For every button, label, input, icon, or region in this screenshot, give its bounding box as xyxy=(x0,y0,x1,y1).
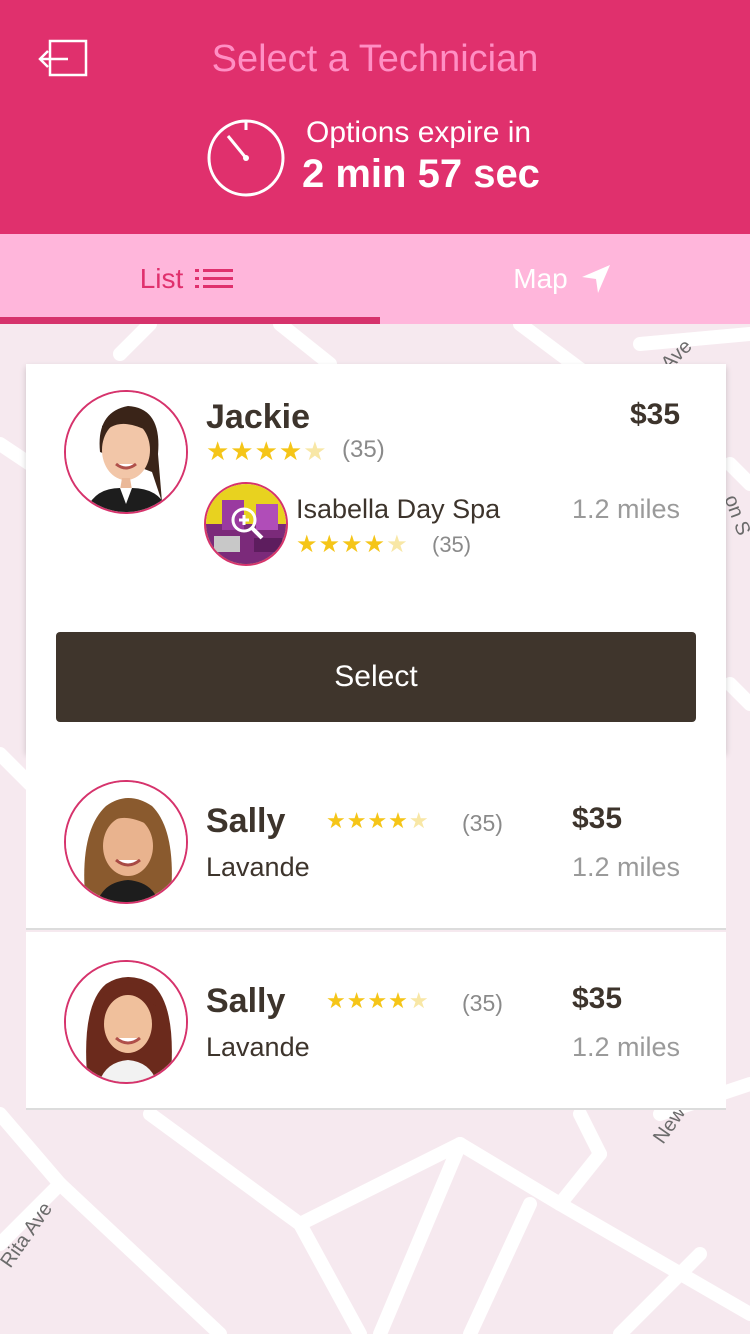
technician-rating-stars: ★★★★★ xyxy=(206,436,328,466)
technician-avatar xyxy=(64,960,188,1084)
view-tabs: List Map xyxy=(0,234,750,324)
technician-card[interactable]: Sally ★★★★★ (35) $35 Lavande 1.2 miles xyxy=(26,752,726,930)
salon-distance: 1.2 miles xyxy=(572,852,681,882)
navigation-arrow-icon xyxy=(581,265,610,293)
salon-name: Isabella Day Spa xyxy=(296,494,501,524)
select-button[interactable]: Select xyxy=(56,632,696,722)
salon-name: Lavande xyxy=(206,852,310,882)
technician-card-selected[interactable]: Jackie $35 ★★★★★ (35) Isabella Day Spa 1… xyxy=(26,364,726,752)
technician-price: $35 xyxy=(572,982,623,1015)
salon-image[interactable] xyxy=(204,482,288,566)
expire-label: Options expire in xyxy=(306,116,532,149)
salon-review-count: (35) xyxy=(432,532,472,557)
tab-map[interactable]: Map xyxy=(375,234,750,324)
active-tab-indicator xyxy=(0,317,380,324)
list-icon xyxy=(195,269,234,288)
salon-name: Lavande xyxy=(206,1032,310,1062)
tab-map-label: Map xyxy=(513,263,568,294)
technician-review-count: (35) xyxy=(462,990,503,1016)
expire-countdown: 2 min 57 sec xyxy=(302,152,540,196)
technician-rating-stars: ★★★★★ xyxy=(326,988,430,1013)
technician-review-count: (35) xyxy=(462,810,503,836)
technician-name: Sally xyxy=(206,982,286,1020)
zoom-in-icon xyxy=(231,507,264,540)
salon-distance: 1.2 miles xyxy=(572,1032,681,1062)
technician-review-count: (35) xyxy=(342,436,385,463)
portrait-image xyxy=(66,782,186,902)
technician-name: Sally xyxy=(206,802,286,840)
salon-distance: 1.2 miles xyxy=(572,494,681,524)
portrait-image xyxy=(66,392,186,512)
technician-price: $35 xyxy=(572,802,623,835)
technician-avatar xyxy=(64,780,188,904)
technician-price: $35 xyxy=(630,398,681,431)
timer-icon xyxy=(207,119,285,197)
salon-rating-stars: ★★★★★ xyxy=(296,531,409,558)
technician-name: Jackie xyxy=(206,398,310,436)
technician-avatar xyxy=(64,390,188,514)
page-title: Select a Technician xyxy=(211,38,539,80)
portrait-image xyxy=(66,962,186,1082)
header-bar: Select a Technician Options expire in 2 … xyxy=(0,0,750,234)
technician-rating-stars: ★★★★★ xyxy=(326,808,430,833)
technician-card[interactable]: Sally ★★★★★ (35) $35 Lavande 1.2 miles xyxy=(26,932,726,1110)
tab-list[interactable]: List xyxy=(0,234,375,324)
tab-list-label: List xyxy=(139,263,184,294)
